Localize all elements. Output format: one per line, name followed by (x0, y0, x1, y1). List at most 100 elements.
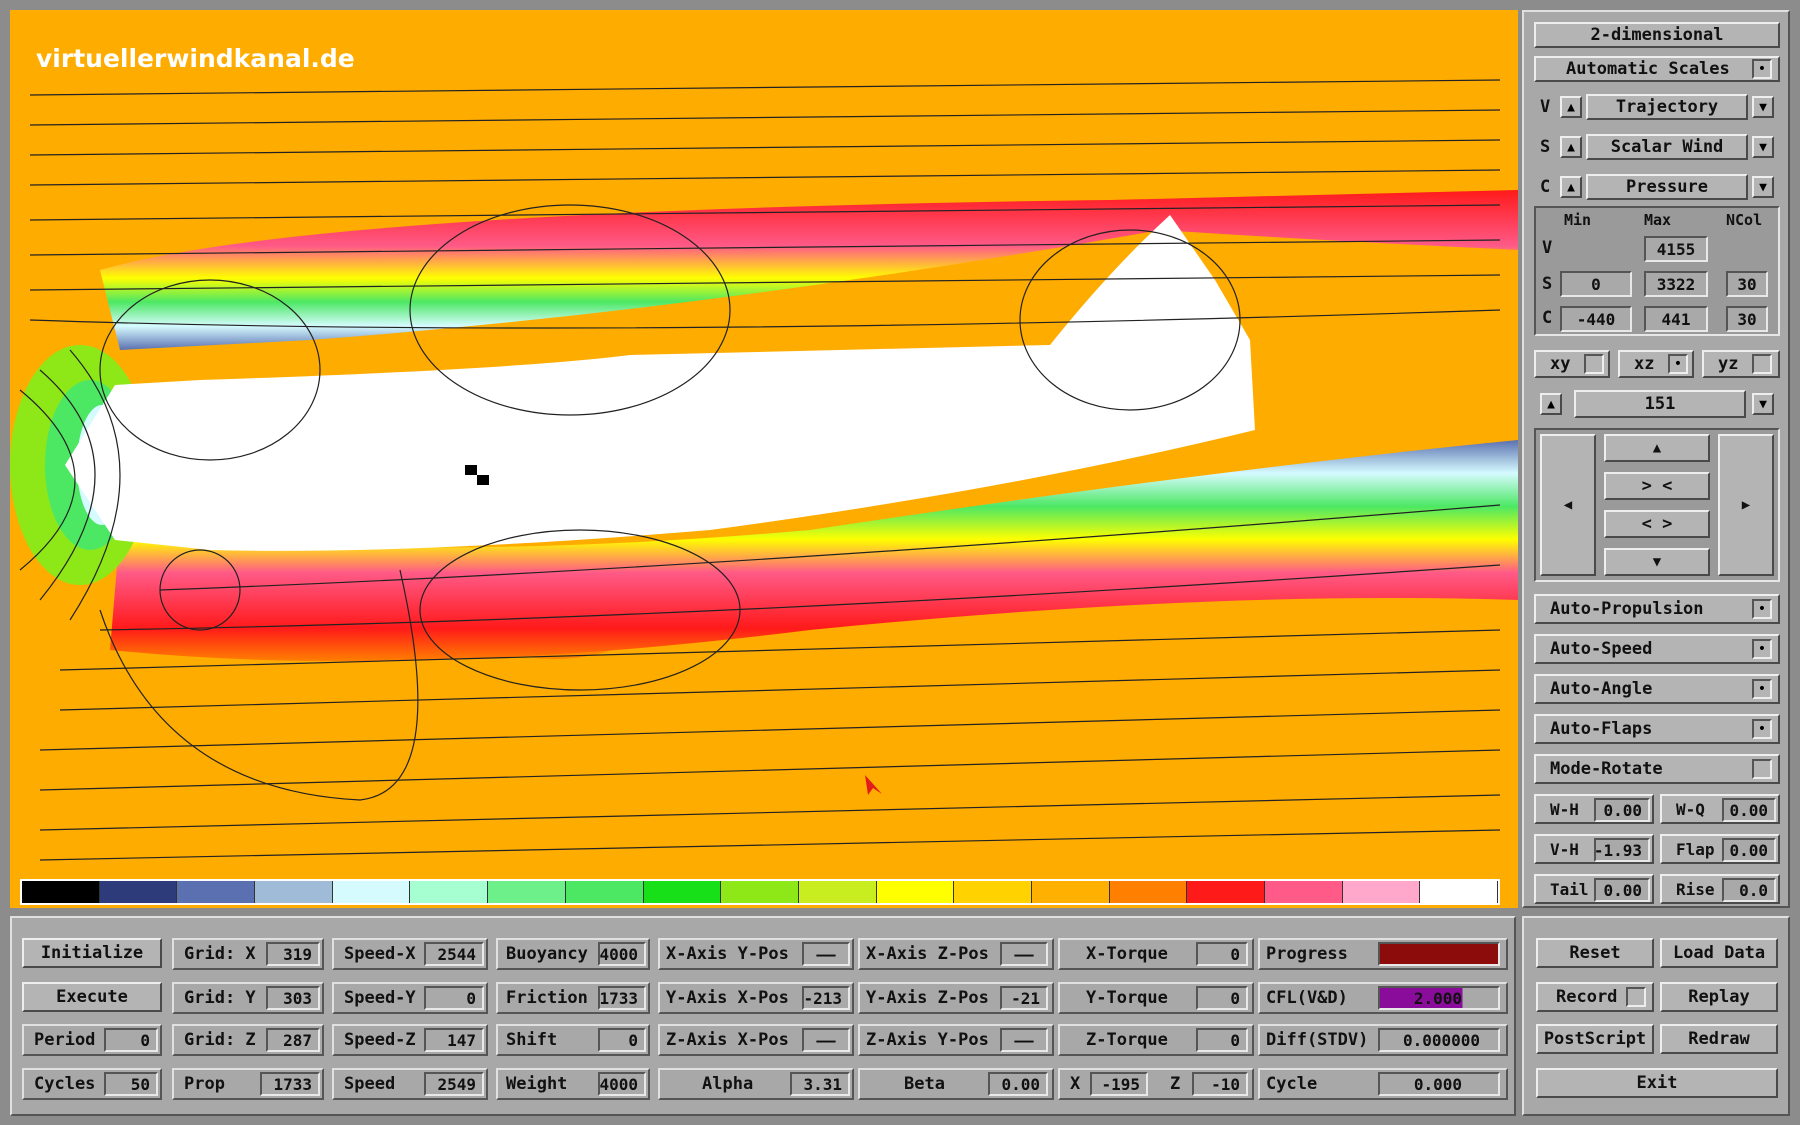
flow-visualization[interactable]: virtuellerwindkanal.de (10, 10, 1518, 908)
diff-label: Diff(STDV) (1266, 1030, 1369, 1050)
rise-value[interactable]: 0.0 (1722, 878, 1776, 902)
auto-speed-checkbox[interactable]: • (1752, 639, 1772, 659)
z-field[interactable]: -10 (1192, 1072, 1248, 1096)
dimension-mode-button[interactable]: 2-dimensional (1534, 22, 1780, 48)
yaxis-zpos-field[interactable]: -21 (1000, 986, 1048, 1010)
nav-zoom-in-button[interactable]: > < (1604, 472, 1710, 500)
slice-value[interactable]: 151 (1574, 390, 1746, 418)
c-max-field[interactable]: 441 (1644, 306, 1708, 332)
friction-field[interactable]: 1733 (598, 986, 646, 1010)
auto-angle-toggle[interactable]: Auto-Angle (1534, 674, 1780, 704)
color-scale-swatch (1031, 881, 1110, 903)
nav-right-button[interactable]: ▶ (1718, 434, 1774, 576)
exit-button[interactable]: Exit (1536, 1068, 1778, 1098)
c-variable-select[interactable]: Pressure (1586, 174, 1748, 200)
shift-field[interactable]: 0 (598, 1028, 646, 1052)
mode-rotate-toggle[interactable]: Mode-Rotate (1534, 754, 1780, 784)
auto-propulsion-toggle[interactable]: Auto-Propulsion (1534, 594, 1780, 624)
speedy-label: Speed-Y (344, 988, 416, 1008)
s-max-field[interactable]: 3322 (1644, 271, 1708, 297)
auto-flaps-checkbox[interactable]: • (1752, 719, 1772, 739)
automatic-scales-toggle[interactable]: Automatic Scales (1534, 56, 1780, 82)
tail-value[interactable]: 0.00 (1594, 878, 1650, 902)
xaxis-zpos-field[interactable]: —— (1000, 942, 1048, 966)
z-label: Z (1170, 1074, 1181, 1094)
xtorque-field[interactable]: 0 (1196, 942, 1248, 966)
s-variable-select[interactable]: Scalar Wind (1586, 134, 1748, 160)
nav-left-button[interactable]: ◀ (1540, 434, 1596, 576)
speedx-field[interactable]: 2544 (424, 942, 484, 966)
c-ncol-field[interactable]: 30 (1726, 306, 1768, 332)
s-ncol-field[interactable]: 30 (1726, 271, 1768, 297)
yaxis-xpos-field[interactable]: -213 (802, 986, 850, 1010)
ztorque-field[interactable]: 0 (1196, 1028, 1248, 1052)
vh-value[interactable]: -1.93 (1594, 838, 1650, 862)
v-max-field[interactable]: 4155 (1644, 236, 1708, 262)
zaxis-xpos-field[interactable]: —— (802, 1028, 850, 1052)
initialize-button[interactable]: Initialize (22, 938, 162, 968)
weight-field[interactable]: 4000 (598, 1072, 646, 1096)
buoyancy-field[interactable]: 4000 (598, 942, 646, 966)
v-down-arrow-icon[interactable]: ▼ (1752, 96, 1774, 118)
color-scale-swatch (643, 881, 722, 903)
beta-field[interactable]: 0.00 (988, 1072, 1048, 1096)
s-up-arrow-icon[interactable]: ▲ (1560, 136, 1582, 158)
auto-flaps-label: Auto-Flaps (1550, 719, 1653, 739)
cycles-field[interactable]: 50 (104, 1072, 158, 1096)
auto-angle-checkbox[interactable]: • (1752, 679, 1772, 699)
s-min-field[interactable]: 0 (1560, 271, 1632, 297)
load-data-button[interactable]: Load Data (1660, 938, 1778, 968)
redraw-button[interactable]: Redraw (1660, 1024, 1778, 1054)
slice-up-arrow-icon[interactable]: ▲ (1540, 393, 1562, 415)
replay-button[interactable]: Replay (1660, 982, 1778, 1012)
plane-yz-label: yz (1718, 354, 1739, 374)
wq-value[interactable]: 0.00 (1722, 798, 1776, 822)
period-field[interactable]: 0 (104, 1028, 158, 1052)
wh-value[interactable]: 0.00 (1594, 798, 1650, 822)
ytorque-field[interactable]: 0 (1196, 986, 1248, 1010)
speedy-field[interactable]: 0 (424, 986, 484, 1010)
nav-down-button[interactable]: ▼ (1604, 548, 1710, 576)
auto-propulsion-checkbox[interactable]: • (1752, 599, 1772, 619)
speedz-field[interactable]: 147 (424, 1028, 484, 1052)
max-header: Max (1644, 211, 1672, 229)
x-field[interactable]: -195 (1090, 1072, 1148, 1096)
gridx-field[interactable]: 319 (266, 942, 320, 966)
speed-field[interactable]: 2549 (424, 1072, 484, 1096)
c-min-field[interactable]: -440 (1560, 306, 1632, 332)
prop-label: Prop (184, 1074, 225, 1094)
slice-down-arrow-icon[interactable]: ▼ (1752, 393, 1774, 415)
reset-button[interactable]: Reset (1536, 938, 1654, 968)
plane-yz-checkbox[interactable] (1752, 354, 1772, 374)
mode-rotate-checkbox[interactable] (1752, 759, 1772, 779)
alpha-field[interactable]: 3.31 (790, 1072, 850, 1096)
plane-xy-checkbox[interactable] (1584, 354, 1604, 374)
color-scale-swatch (332, 881, 411, 903)
c-up-arrow-icon[interactable]: ▲ (1560, 176, 1582, 198)
color-scale-swatch (798, 881, 877, 903)
auto-speed-toggle[interactable]: Auto-Speed (1534, 634, 1780, 664)
c-down-arrow-icon[interactable]: ▼ (1752, 176, 1774, 198)
color-scale-swatch (1187, 881, 1265, 903)
v-variable-select[interactable]: Trajectory (1586, 94, 1748, 120)
auto-angle-label: Auto-Angle (1550, 679, 1653, 699)
flap-value[interactable]: 0.00 (1722, 838, 1776, 862)
record-checkbox[interactable] (1626, 987, 1646, 1007)
postscript-button[interactable]: PostScript (1536, 1024, 1654, 1054)
s-down-arrow-icon[interactable]: ▼ (1752, 136, 1774, 158)
nav-up-button[interactable]: ▲ (1604, 434, 1710, 462)
nav-zoom-out-button[interactable]: < > (1604, 510, 1710, 538)
ztorque-label: Z-Torque (1086, 1030, 1168, 1050)
gridy-field[interactable]: 303 (266, 986, 320, 1010)
gridz-field[interactable]: 287 (266, 1028, 320, 1052)
execute-button[interactable]: Execute (22, 982, 162, 1012)
prop-field[interactable]: 1733 (260, 1072, 320, 1096)
min-header: Min (1564, 211, 1592, 229)
v-up-arrow-icon[interactable]: ▲ (1560, 96, 1582, 118)
color-scale-swatch (1420, 881, 1499, 903)
plane-xz-checkbox[interactable]: • (1668, 354, 1688, 374)
auto-flaps-toggle[interactable]: Auto-Flaps (1534, 714, 1780, 744)
zaxis-ypos-field[interactable]: —— (1000, 1028, 1048, 1052)
automatic-scales-checkbox[interactable]: • (1752, 59, 1772, 79)
xaxis-ypos-field[interactable]: —— (802, 942, 850, 966)
